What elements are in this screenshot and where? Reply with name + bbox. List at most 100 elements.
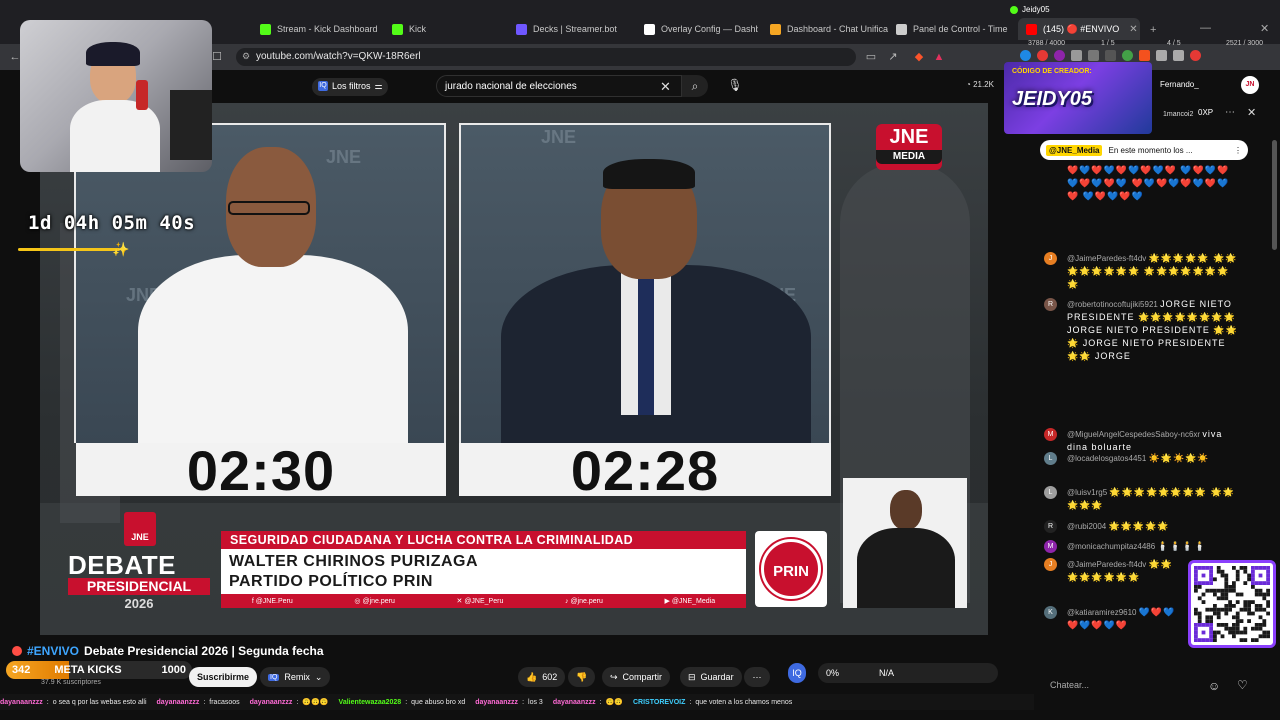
close-chat-icon[interactable]: ✕: [1247, 106, 1256, 119]
puzzle-icon[interactable]: [1088, 50, 1099, 61]
browser-tab[interactable]: Stream - Kick Dashboard: [252, 18, 380, 40]
chat-avatar[interactable]: M: [1044, 428, 1057, 441]
close-tab-icon[interactable]: ✕: [1129, 24, 1137, 35]
chat-author[interactable]: @JaimeParedes-ft4dv: [1067, 254, 1146, 263]
qr-module: [1220, 623, 1225, 627]
chat-author[interactable]: @rubi2004: [1067, 522, 1106, 531]
chat-author[interactable]: @JaimeParedes-ft4dv: [1067, 560, 1146, 569]
chat-avatar[interactable]: R: [1044, 298, 1057, 311]
chat-message: M @MiguelAngelCespedesSaboy-nc6xr viva di…: [1044, 428, 1239, 454]
tab-favicon-icon: [644, 23, 655, 35]
debate-logo: JNE DEBATE PRESIDENCIAL 2026: [66, 510, 212, 611]
chat-more-icon[interactable]: ⋯: [1225, 107, 1235, 118]
filters-button[interactable]: IQ Los filtros ⚌: [312, 78, 388, 96]
chat-input[interactable]: Chatear...: [1040, 676, 1208, 696]
share-page-icon[interactable]: ↗: [886, 50, 900, 64]
save-button[interactable]: ⊟ Guardar: [680, 667, 742, 687]
search-button[interactable]: ⌕: [682, 75, 708, 97]
qr-module: [1197, 619, 1202, 623]
title-hashtag[interactable]: #ENVIVO: [27, 644, 79, 658]
new-tab-button[interactable]: +: [1150, 24, 1156, 36]
microphone-icon[interactable]: 🎙: [726, 78, 744, 96]
qr-module: [1213, 638, 1217, 642]
glasses: [228, 201, 310, 215]
site-settings-icon[interactable]: ⚙: [242, 51, 250, 62]
subscribe-button[interactable]: Suscribirme: [189, 667, 258, 687]
cast-icon[interactable]: ▭: [864, 50, 878, 64]
extension-icon[interactable]: [1020, 50, 1031, 61]
browser-tab[interactable]: Decks | Streamer.bot: [508, 18, 634, 40]
stream-countdown: 1d 04h 05m 40s: [28, 212, 196, 234]
dislike-button[interactable]: 👎: [568, 667, 596, 687]
browser-tab[interactable]: (145) 🔴 #ENVIVO ✕: [1018, 18, 1140, 40]
extension-icon[interactable]: [1139, 50, 1150, 61]
qr-module: [1262, 592, 1267, 597]
iq-badge-icon: IQ: [318, 81, 328, 91]
ticker-user: dayanaanzzz: [156, 698, 200, 706]
thumbs-up-icon: 👍: [526, 671, 538, 682]
url-field[interactable]: ⚙ youtube.com/watch?v=QKW-18R6erl: [236, 48, 856, 66]
chat-author[interactable]: @luisv1rg5: [1067, 488, 1107, 497]
more-actions-button[interactable]: ⋯: [744, 667, 770, 687]
extension-icon[interactable]: [1173, 50, 1184, 61]
extension-icon[interactable]: [1054, 50, 1065, 61]
chat-author[interactable]: @robertotinocoftujiki5921: [1067, 300, 1158, 309]
qr-module: [1258, 581, 1263, 585]
search-input[interactable]: jurado nacional de elecciones: [436, 75, 682, 97]
viewer-count: ◔ 21.2K: [966, 80, 994, 89]
qr-module: [1266, 604, 1270, 608]
timer-right: 02:28: [459, 443, 831, 499]
chat-avatar[interactable]: R: [1044, 520, 1057, 533]
chat-avatar[interactable]: K: [1044, 606, 1057, 619]
like-button[interactable]: 👍 602: [518, 667, 566, 687]
close-window-button[interactable]: ✕: [1260, 22, 1269, 35]
qr-module: [1194, 569, 1198, 574]
heart-icon[interactable]: ♡: [1237, 678, 1248, 692]
ticker-item: dayanaanzzz: fracasoos: [157, 699, 240, 706]
chat-avatar[interactable]: L: [1044, 486, 1057, 499]
thumbs-down-icon: 👎: [576, 671, 588, 682]
chat-message-body: @katiaramirez9610 💙❤️💙❤️💙❤️💙❤️: [1067, 606, 1185, 632]
chat-author[interactable]: @monicachumpitaz4486: [1067, 542, 1155, 551]
browser-tab[interactable]: Dashboard - Chat Unifica: [762, 18, 890, 40]
qr-module: [1262, 619, 1267, 623]
chat-author[interactable]: @katiaramirez9610: [1067, 608, 1136, 617]
extension-icon[interactable]: [1156, 50, 1167, 61]
chat-avatar[interactable]: L: [1044, 452, 1057, 465]
qr-module: [1266, 569, 1270, 574]
qr-module: [1224, 604, 1229, 608]
chat-avatar[interactable]: J: [1044, 252, 1057, 265]
extension-icon[interactable]: [1037, 50, 1048, 61]
qr-module: [1235, 623, 1240, 627]
qr-module: [1228, 626, 1232, 631]
pinned-message[interactable]: @JNE_Media En este momento los ... ⋮: [1040, 140, 1248, 160]
extension-icon[interactable]: [1105, 50, 1116, 61]
qr-module: [1205, 607, 1210, 612]
chat-scrollbar[interactable]: [1272, 140, 1277, 250]
qr-module: [1194, 611, 1198, 616]
chat-avatar[interactable]: M: [1044, 540, 1057, 553]
brave-shield-icon[interactable]: ◆: [912, 50, 926, 64]
chat-avatar[interactable]: J: [1044, 558, 1057, 571]
qr-module: [1251, 577, 1255, 582]
pinned-more-icon[interactable]: ⋮: [1234, 146, 1242, 155]
bookmark-icon[interactable]: ☐: [210, 50, 224, 64]
emoji-icon[interactable]: ☺: [1208, 679, 1220, 693]
chat-author[interactable]: @MiguelAngelCespedesSaboy-nc6xr: [1067, 430, 1200, 439]
rewards-icon[interactable]: ▲: [932, 50, 946, 64]
clear-search-icon[interactable]: ✕: [660, 79, 671, 95]
extension-icon[interactable]: [1071, 50, 1082, 61]
share-button[interactable]: ↪ Compartir: [602, 667, 671, 687]
browser-tab[interactable]: Kick: [384, 18, 502, 40]
iq-extension-button[interactable]: IQ: [788, 663, 806, 683]
qr-module: [1235, 626, 1240, 631]
channel-avatar[interactable]: JN: [1241, 76, 1259, 94]
remix-button[interactable]: IQ Remix ⌄: [260, 667, 331, 687]
qr-module: [1251, 638, 1255, 642]
browser-tab[interactable]: Panel de Control - Timer: [888, 18, 1008, 40]
browser-tab[interactable]: Overlay Config — Dashbo: [636, 18, 758, 40]
extension-icon[interactable]: [1122, 50, 1133, 61]
chat-author[interactable]: @locadelosgatos4451: [1067, 454, 1146, 463]
extension-icon[interactable]: [1190, 50, 1201, 61]
minimize-button[interactable]: —: [1200, 22, 1211, 34]
